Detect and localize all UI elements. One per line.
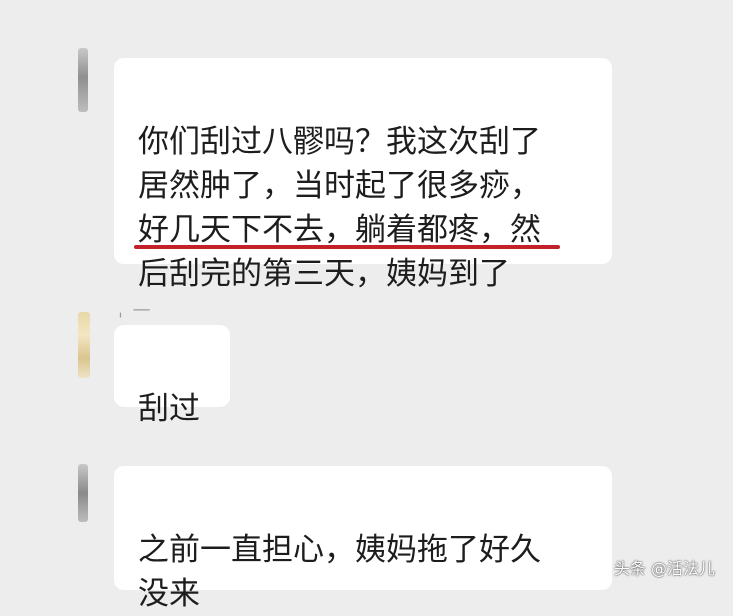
message-text: 之前一直担心，姨妈拖了好久 没来 — [138, 532, 541, 612]
avatar[interactable] — [78, 312, 90, 378]
avatar[interactable] — [78, 48, 88, 112]
message-bubble[interactable]: 你们刮过八髎吗？我这次刮了 居然肿了，当时起了很多痧， 好几天下不去，躺着都疼，… — [114, 58, 612, 292]
avatar[interactable] — [78, 464, 88, 522]
sender-name: ˌ — — [118, 299, 153, 320]
watermark: 头条 @活法儿 — [613, 559, 715, 578]
red-underline-annotation — [134, 245, 560, 249]
message-bubble[interactable]: 之前一直担心，姨妈拖了好久 没来 — [114, 466, 612, 612]
message-bubble[interactable]: 刮过 — [114, 325, 230, 427]
message-text: 刮过 — [138, 391, 200, 427]
message-text: 你们刮过八髎吗？我这次刮了 居然肿了，当时起了很多痧， 好几天下不去，躺着都疼，… — [138, 124, 541, 292]
